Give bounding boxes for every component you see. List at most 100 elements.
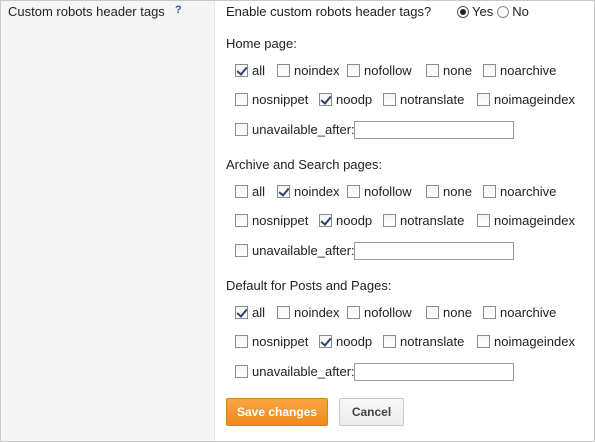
checkbox-all-label[interactable]: all [252,305,265,320]
checkbox-noodp-label[interactable]: noodp [336,92,372,107]
checkbox-noimageindex-box[interactable] [477,93,490,106]
checkbox-unavailable-after[interactable]: unavailable_after: [235,364,355,379]
unavailable-after-input[interactable] [354,121,514,139]
checkbox-all-box[interactable] [235,185,248,198]
checkbox-noarchive-label[interactable]: noarchive [500,184,556,199]
checkbox-nofollow[interactable]: nofollow [347,184,412,199]
checkbox-unavailable-after-box[interactable] [235,123,248,136]
checkbox-nosnippet-label[interactable]: nosnippet [252,92,308,107]
checkbox-noarchive[interactable]: noarchive [483,184,556,199]
checkbox-noodp-box[interactable] [319,214,332,227]
checkbox-noarchive-label[interactable]: noarchive [500,63,556,78]
checkbox-noindex-box[interactable] [277,306,290,319]
checkbox-nofollow[interactable]: nofollow [347,63,412,78]
checkbox-nosnippet-label[interactable]: nosnippet [252,334,308,349]
checkbox-notranslate-label[interactable]: notranslate [400,334,464,349]
checkbox-unavailable-after-box[interactable] [235,244,248,257]
checkbox-unavailable-after-label[interactable]: unavailable_after: [252,364,355,379]
checkbox-notranslate-label[interactable]: notranslate [400,92,464,107]
checkbox-notranslate-box[interactable] [383,335,396,348]
save-button[interactable]: Save changes [226,398,328,426]
checkbox-none[interactable]: none [426,184,472,199]
checkbox-noarchive-label[interactable]: noarchive [500,305,556,320]
checkbox-nosnippet-box[interactable] [235,93,248,106]
checkbox-nosnippet[interactable]: nosnippet [235,334,308,349]
checkbox-noarchive[interactable]: noarchive [483,305,556,320]
checkbox-noodp[interactable]: noodp [319,334,372,349]
checkbox-all[interactable]: all [235,305,265,320]
checkbox-noodp[interactable]: noodp [319,213,372,228]
checkbox-nosnippet[interactable]: nosnippet [235,213,308,228]
radio-yes[interactable] [457,5,469,18]
checkbox-noindex-box[interactable] [277,64,290,77]
checkbox-all[interactable]: all [235,63,265,78]
checkbox-none-box[interactable] [426,185,439,198]
cancel-button[interactable]: Cancel [339,398,404,426]
checkbox-nosnippet-box[interactable] [235,335,248,348]
help-icon[interactable]: ? [175,4,182,16]
checkbox-nofollow-box[interactable] [347,64,360,77]
checkbox-notranslate-box[interactable] [383,214,396,227]
checkbox-noodp-box[interactable] [319,335,332,348]
checkbox-notranslate-box[interactable] [383,93,396,106]
checkbox-notranslate[interactable]: notranslate [383,92,464,107]
checkbox-notranslate[interactable]: notranslate [383,334,464,349]
checkbox-noindex[interactable]: noindex [277,184,340,199]
checkbox-all-box[interactable] [235,64,248,77]
radio-no-label[interactable]: No [512,4,529,19]
checkbox-noodp-label[interactable]: noodp [336,213,372,228]
checkbox-noimageindex[interactable]: noimageindex [477,213,575,228]
checkbox-notranslate-label[interactable]: notranslate [400,213,464,228]
checkbox-unavailable-after[interactable]: unavailable_after: [235,122,355,137]
checkbox-noindex-label[interactable]: noindex [294,305,340,320]
checkbox-unavailable-after-label[interactable]: unavailable_after: [252,243,355,258]
checkbox-noarchive[interactable]: noarchive [483,63,556,78]
checkbox-noindex-label[interactable]: noindex [294,184,340,199]
checkbox-nofollow-label[interactable]: nofollow [364,305,412,320]
unavailable-after-input[interactable] [354,242,514,260]
checkbox-nosnippet-box[interactable] [235,214,248,227]
radio-yes-label[interactable]: Yes [472,4,493,19]
checkbox-none[interactable]: none [426,63,472,78]
checkbox-noindex-label[interactable]: noindex [294,63,340,78]
checkbox-noimageindex-box[interactable] [477,335,490,348]
checkbox-none-box[interactable] [426,306,439,319]
checkbox-noimageindex-label[interactable]: noimageindex [494,92,575,107]
checkbox-notranslate[interactable]: notranslate [383,213,464,228]
checkbox-noarchive-box[interactable] [483,64,496,77]
checkbox-unavailable-after[interactable]: unavailable_after: [235,243,355,258]
checkbox-all-label[interactable]: all [252,63,265,78]
checkbox-noimageindex-label[interactable]: noimageindex [494,213,575,228]
checkbox-nofollow[interactable]: nofollow [347,305,412,320]
checkbox-noodp-label[interactable]: noodp [336,334,372,349]
checkbox-noodp[interactable]: noodp [319,92,372,107]
checkbox-noimageindex-label[interactable]: noimageindex [494,334,575,349]
checkbox-all[interactable]: all [235,184,265,199]
checkbox-noindex[interactable]: noindex [277,63,340,78]
checkbox-nofollow-label[interactable]: nofollow [364,184,412,199]
checkbox-nosnippet-label[interactable]: nosnippet [252,213,308,228]
checkbox-noodp-box[interactable] [319,93,332,106]
checkbox-all-box[interactable] [235,306,248,319]
checkbox-nofollow-box[interactable] [347,306,360,319]
unavailable-after-input[interactable] [354,363,514,381]
checkbox-none[interactable]: none [426,305,472,320]
checkbox-none-box[interactable] [426,64,439,77]
radio-no[interactable] [497,5,510,18]
checkbox-noindex-box[interactable] [277,185,290,198]
checkbox-none-label[interactable]: none [443,305,472,320]
checkbox-noimageindex[interactable]: noimageindex [477,92,575,107]
checkbox-none-label[interactable]: none [443,63,472,78]
checkbox-noimageindex[interactable]: noimageindex [477,334,575,349]
checkbox-unavailable-after-box[interactable] [235,365,248,378]
checkbox-nofollow-label[interactable]: nofollow [364,63,412,78]
checkbox-nofollow-box[interactable] [347,185,360,198]
checkbox-noarchive-box[interactable] [483,185,496,198]
checkbox-unavailable-after-label[interactable]: unavailable_after: [252,122,355,137]
checkbox-noindex[interactable]: noindex [277,305,340,320]
checkbox-all-label[interactable]: all [252,184,265,199]
checkbox-noarchive-box[interactable] [483,306,496,319]
checkbox-none-label[interactable]: none [443,184,472,199]
checkbox-nosnippet[interactable]: nosnippet [235,92,308,107]
checkbox-noimageindex-box[interactable] [477,214,490,227]
